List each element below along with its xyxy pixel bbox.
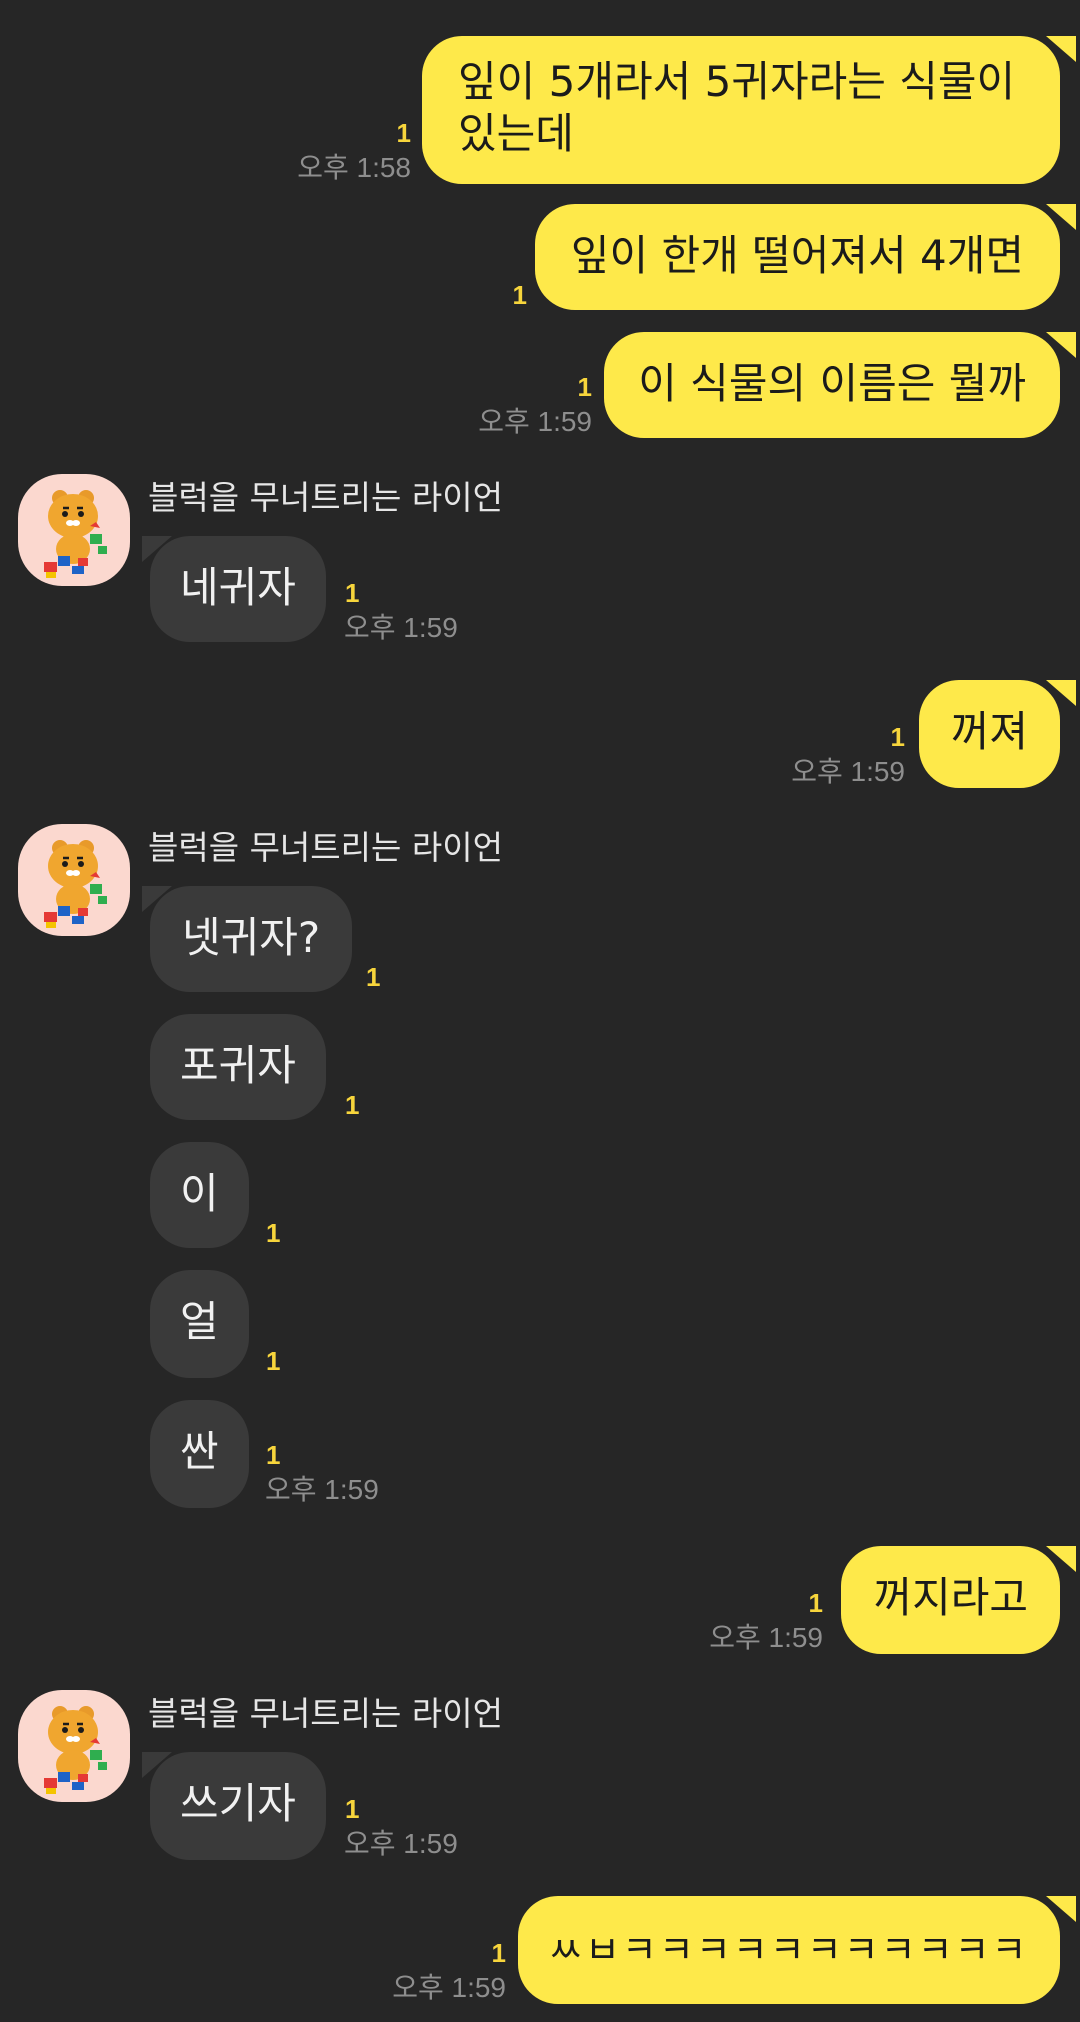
message-text: 싼 [180, 1427, 219, 1476]
message-timestamp: 오후 1:59 [478, 406, 592, 437]
message-text: 이 [180, 1169, 219, 1218]
message-text: 꺼져 [950, 707, 1028, 756]
my-message-bubble[interactable]: ㅆㅂㅋㅋㅋㅋㅋㅋㅋㅋㅋㅋㅋ [518, 1896, 1060, 2004]
message-timestamp: 오후 1:58 [297, 152, 411, 183]
message-text: 꺼지라고 [873, 1573, 1028, 1622]
chat-room[interactable]: 잎이 5개라서 5귀자라는 식물이 있는데 1 오후 1:58 잎이 한개 떨어… [0, 0, 1080, 2022]
message-text-line: 있는데 [458, 109, 574, 158]
unread-count: 1 [266, 1346, 281, 1376]
their-message-bubble[interactable]: 넷귀자? [150, 886, 353, 992]
sender-name: 블럭을 무너트리는 라이언 [148, 828, 503, 867]
unread-count: 1 [491, 1938, 506, 1968]
unread-count: 1 [512, 280, 527, 310]
message-timestamp: 오후 1:59 [392, 1972, 506, 2003]
their-message-bubble[interactable]: 얼 [150, 1270, 249, 1378]
avatar[interactable] [18, 1690, 130, 1802]
avatar[interactable] [18, 824, 130, 936]
my-message-bubble[interactable]: 잎이 5개라서 5귀자라는 식물이 있는데 [422, 36, 1060, 184]
unread-count: 1 [266, 1218, 281, 1248]
message-timestamp: 오후 1:59 [344, 1828, 458, 1859]
message-text: ㅆㅂㅋㅋㅋㅋㅋㅋㅋㅋㅋㅋㅋ [548, 1928, 1029, 1972]
their-message-bubble[interactable]: 쓰기자 [150, 1752, 326, 1860]
unread-count: 1 [396, 118, 411, 148]
message-text: 얼 [180, 1297, 219, 1346]
message-text: 포귀자 [180, 1041, 296, 1090]
ryan-lion-character-icon [44, 1706, 107, 1794]
unread-count: 1 [345, 1090, 360, 1120]
message-text: 넷귀자? [182, 913, 321, 962]
their-message-bubble[interactable]: 포귀자 [150, 1014, 326, 1120]
message-text: 쓰기자 [180, 1779, 296, 1828]
message-timestamp: 오후 1:59 [344, 612, 458, 643]
unread-count: 1 [266, 1440, 281, 1470]
unread-count: 1 [366, 962, 381, 992]
unread-count: 1 [808, 1588, 823, 1618]
message-text: 이 식물의 이름은 뭘까 [638, 359, 1026, 408]
unread-count: 1 [890, 722, 905, 752]
my-message-bubble[interactable]: 꺼져 [918, 680, 1060, 788]
message-text-line: 잎이 5개라서 5귀자라는 식물이 [458, 57, 1016, 106]
unread-count: 1 [345, 1794, 360, 1824]
sender-name: 블럭을 무너트리는 라이언 [148, 1694, 503, 1733]
ryan-lion-character-icon [44, 490, 107, 578]
unread-count: 1 [577, 372, 592, 402]
message-text: 네귀자 [180, 563, 296, 612]
my-message-bubble[interactable]: 꺼지라고 [841, 1546, 1060, 1654]
unread-count: 1 [345, 578, 360, 608]
message-timestamp: 오후 1:59 [791, 756, 905, 787]
their-message-bubble[interactable]: 네귀자 [150, 536, 326, 642]
their-message-bubble[interactable]: 이 [150, 1142, 249, 1248]
my-message-bubble[interactable]: 잎이 한개 떨어져서 4개면 [534, 204, 1060, 310]
message-timestamp: 오후 1:59 [265, 1474, 379, 1505]
message-text: 잎이 한개 떨어져서 4개면 [570, 231, 1024, 280]
their-message-bubble[interactable]: 싼 [150, 1400, 249, 1508]
my-message-bubble[interactable]: 이 식물의 이름은 뭘까 [604, 332, 1060, 438]
ryan-lion-character-icon [44, 840, 107, 928]
sender-name: 블럭을 무너트리는 라이언 [148, 478, 503, 517]
avatar[interactable] [18, 474, 130, 586]
message-timestamp: 오후 1:59 [709, 1622, 823, 1653]
